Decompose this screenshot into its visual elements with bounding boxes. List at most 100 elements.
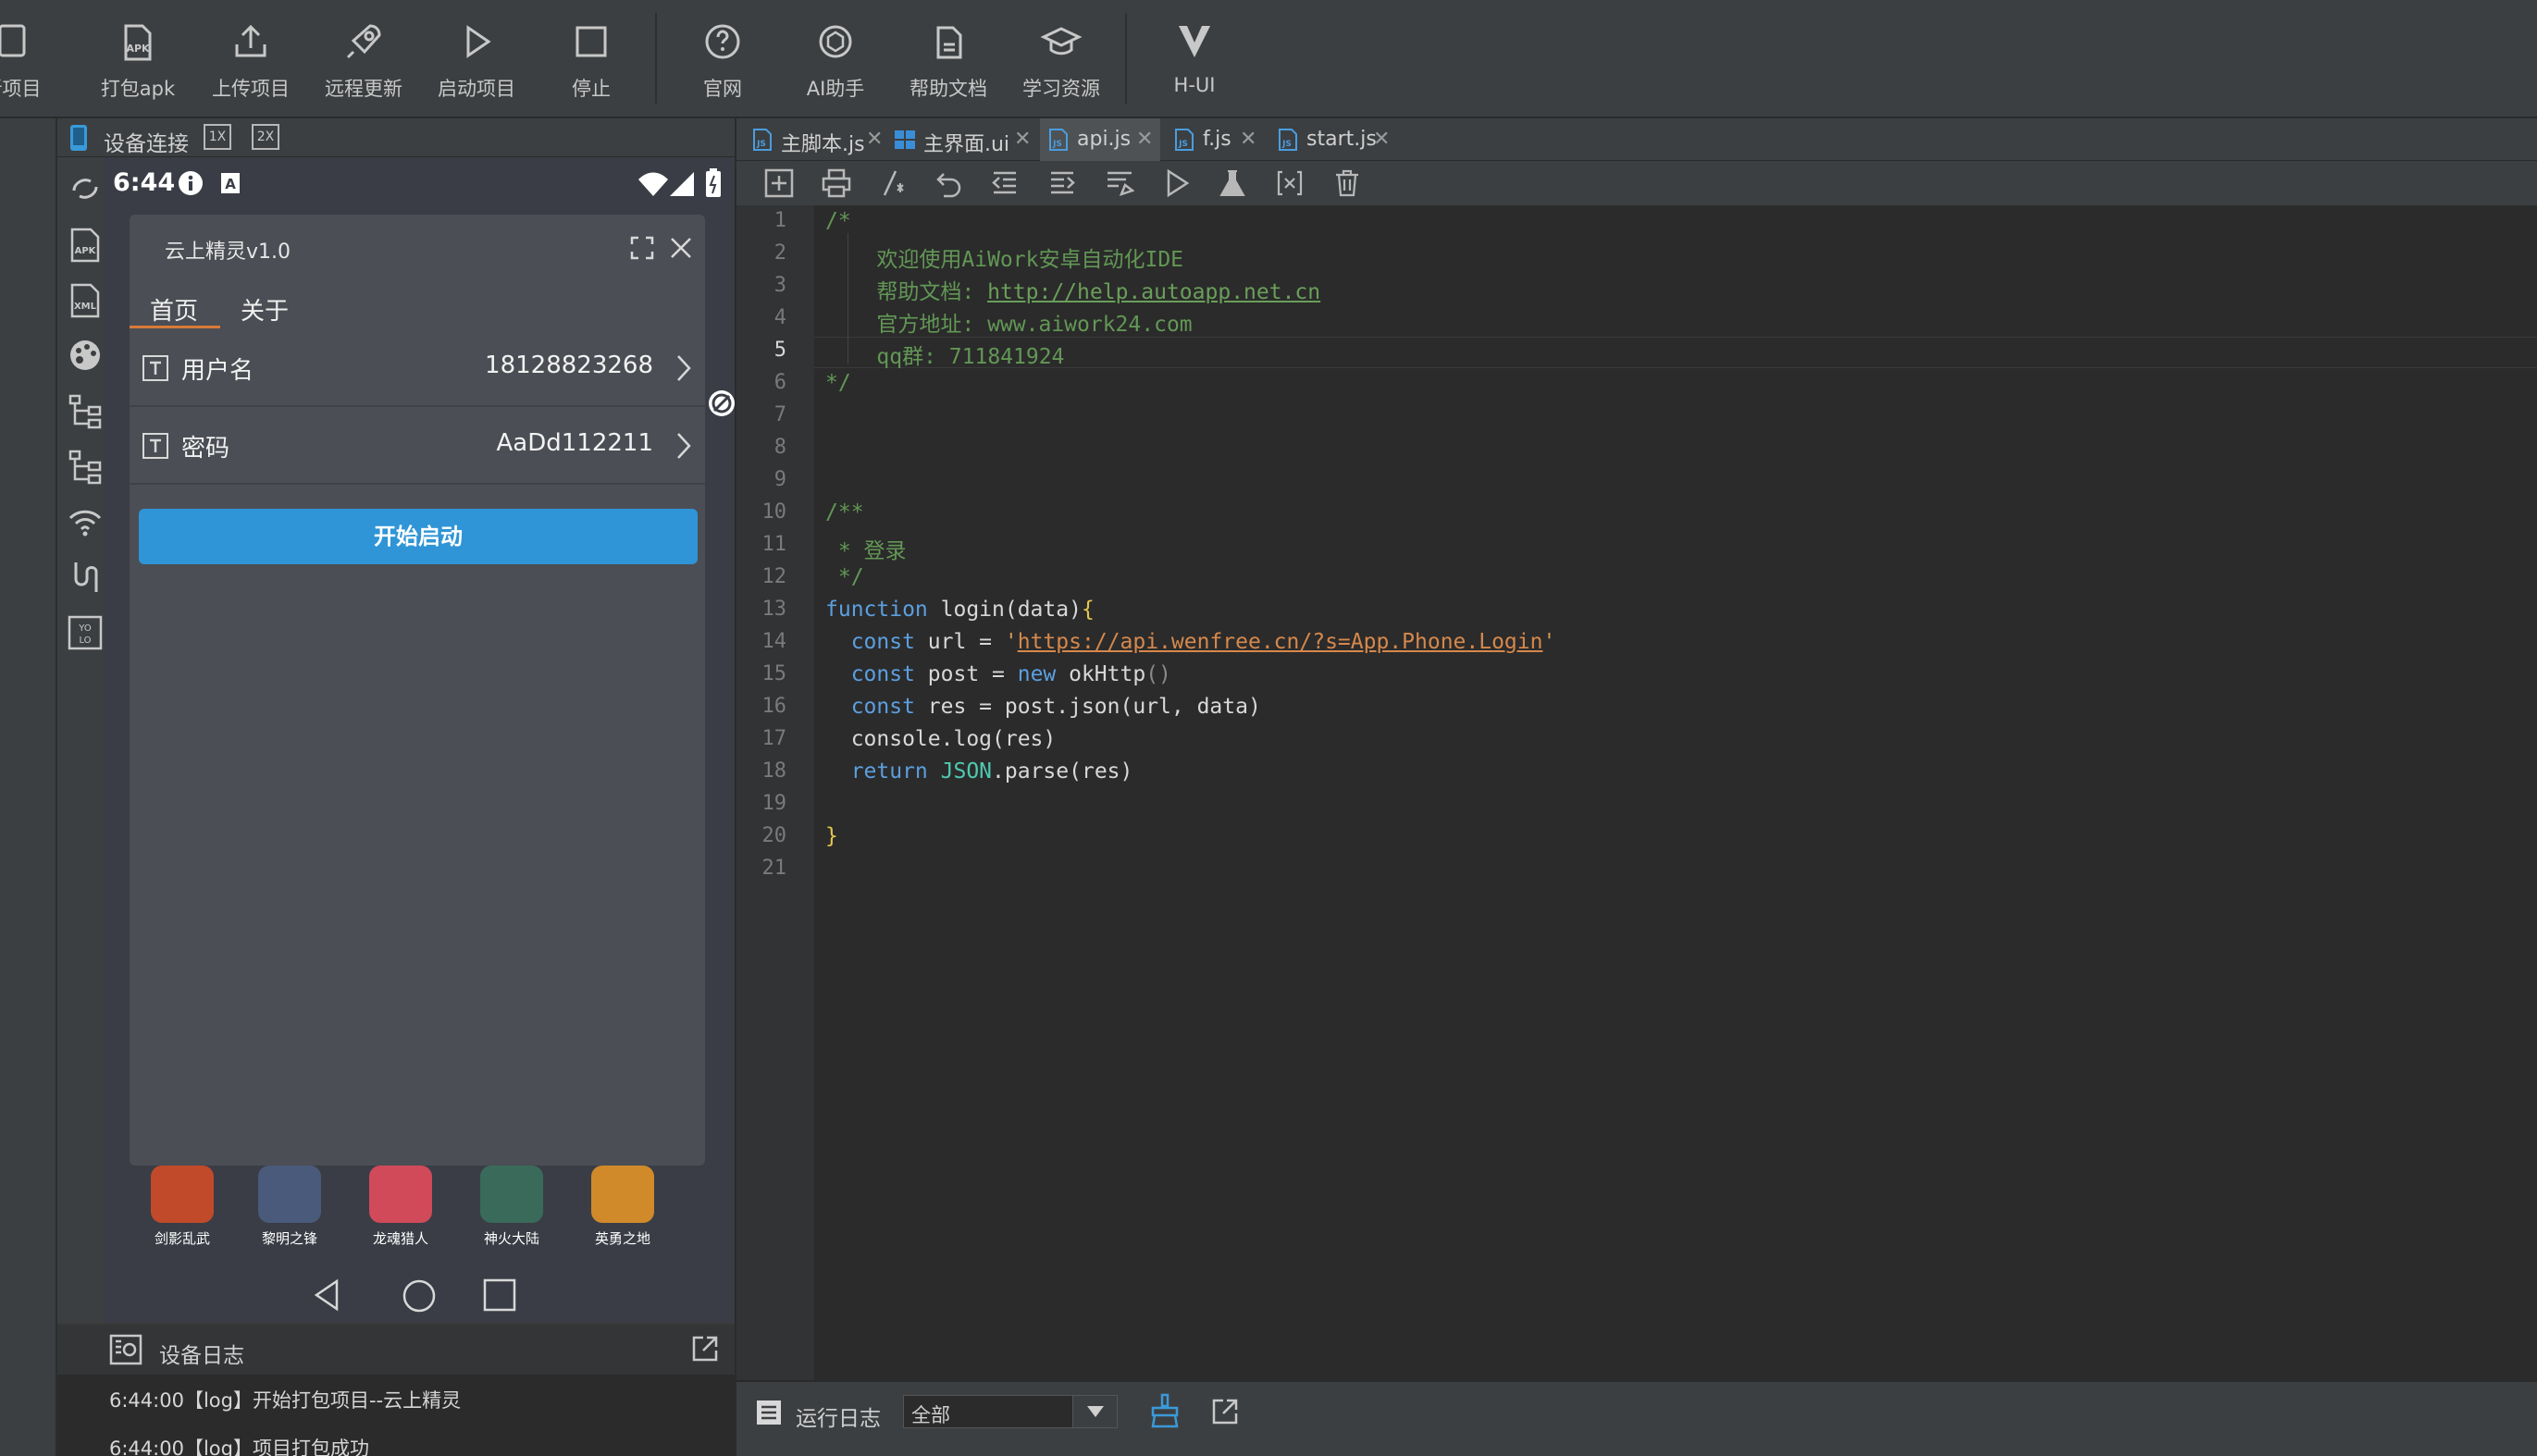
phone-navigation-bar bbox=[104, 1267, 735, 1323]
svg-text:XML: XML bbox=[74, 302, 97, 312]
status-time: 6:44 bbox=[113, 168, 176, 197]
game-shortcut[interactable]: 剑影乱武 bbox=[141, 1166, 224, 1248]
print-icon[interactable] bbox=[822, 168, 851, 198]
tab-f-js[interactable]: JS f.js ✕ bbox=[1166, 118, 1264, 161]
ai-assistant-button[interactable]: AI助手 bbox=[785, 20, 886, 105]
svg-text:APK: APK bbox=[126, 43, 150, 55]
zoom-2x-button[interactable]: 2X bbox=[252, 124, 279, 150]
yolo-icon[interactable]: YOLO bbox=[67, 614, 104, 651]
tab-about[interactable]: 关于 bbox=[241, 292, 289, 327]
delete-icon[interactable] bbox=[1332, 168, 1362, 198]
password-row[interactable]: 密码 AaDd112211 bbox=[130, 407, 705, 485]
svg-text:APK: APK bbox=[75, 246, 97, 256]
help-docs-link[interactable]: http://help.autoapp.net.cn bbox=[987, 280, 1320, 304]
game-shortcut[interactable]: 龙魂猎人 bbox=[359, 1166, 442, 1248]
tab-home[interactable]: 首页 bbox=[150, 292, 198, 327]
undo-icon[interactable] bbox=[934, 168, 964, 198]
tab-main-script[interactable]: JS 主脚本.js ✕ bbox=[744, 118, 883, 161]
api-url-link[interactable]: https://api.wenfree.cn/?s=App.Phone.Logi… bbox=[1018, 630, 1543, 654]
start-button[interactable]: 开始启动 bbox=[139, 509, 698, 564]
game-shortcut[interactable]: 黎明之锋 bbox=[248, 1166, 331, 1248]
variables-icon[interactable] bbox=[1275, 168, 1305, 198]
run-icon[interactable] bbox=[1162, 168, 1192, 198]
new-project-icon bbox=[0, 24, 26, 57]
recents-icon[interactable] bbox=[483, 1278, 516, 1312]
clear-log-brush-icon[interactable] bbox=[1149, 1393, 1181, 1428]
comment-toggle-icon[interactable] bbox=[879, 168, 909, 198]
wifi-icon[interactable] bbox=[67, 503, 104, 540]
test-flask-icon[interactable] bbox=[1218, 168, 1247, 198]
close-tab-icon[interactable]: ✕ bbox=[1373, 128, 1390, 151]
game-shortcut[interactable]: 英勇之地 bbox=[581, 1166, 664, 1248]
editor-tab-bar: JS 主脚本.js ✕ 主界面.ui ✕ JS api.js ✕ JS f.js… bbox=[736, 118, 2537, 161]
js-file-icon: JS bbox=[1175, 129, 1194, 151]
upload-project-button[interactable]: 上传项目 bbox=[200, 20, 302, 105]
node-tree-icon[interactable] bbox=[67, 392, 104, 429]
username-row[interactable]: 用户名 18128823268 bbox=[130, 329, 705, 407]
code-line: const res = post.json(url, data) bbox=[825, 695, 1261, 719]
line-number: 14 bbox=[761, 630, 787, 653]
help-circle-icon bbox=[705, 24, 740, 59]
device-connection-header: 设备连接 1X 2X bbox=[57, 118, 735, 157]
outdent-icon[interactable] bbox=[990, 168, 1020, 198]
close-tab-icon[interactable]: ✕ bbox=[1014, 128, 1031, 151]
rocket-icon bbox=[346, 24, 381, 59]
dropdown-arrow-icon[interactable] bbox=[1072, 1396, 1117, 1427]
close-tab-icon[interactable]: ✕ bbox=[866, 128, 883, 151]
home-icon[interactable] bbox=[402, 1278, 437, 1314]
back-icon[interactable] bbox=[313, 1278, 340, 1312]
run-log-panel: 运行日志 全部 bbox=[736, 1380, 2537, 1456]
apk-file-icon[interactable]: APK bbox=[67, 226, 104, 263]
line-number: 19 bbox=[761, 792, 787, 815]
game-shortcut[interactable]: 神火大陆 bbox=[470, 1166, 553, 1248]
official-site-button[interactable]: 官网 bbox=[672, 20, 773, 105]
tab-api-js[interactable]: JS api.js ✕ bbox=[1040, 118, 1160, 161]
h-ui-button[interactable]: H-UI bbox=[1144, 20, 1245, 105]
new-project-button[interactable]: 新项目 bbox=[0, 20, 63, 105]
floating-assistant-icon[interactable] bbox=[705, 385, 735, 422]
line-number: 9 bbox=[773, 468, 786, 491]
upload-icon bbox=[235, 24, 266, 57]
remote-update-button[interactable]: 远程更新 bbox=[313, 20, 415, 105]
code-line: 官方地址: www.aiwork24.com bbox=[825, 313, 1193, 337]
close-tab-icon[interactable]: ✕ bbox=[1240, 128, 1256, 151]
game-icon bbox=[151, 1166, 214, 1223]
game-icon bbox=[480, 1166, 543, 1223]
xml-file-icon[interactable]: XML bbox=[67, 281, 104, 318]
close-tab-icon[interactable]: ✕ bbox=[1136, 128, 1153, 151]
apk-package-icon: APK bbox=[124, 24, 152, 61]
expand-icon[interactable] bbox=[629, 235, 655, 261]
line-number: 7 bbox=[773, 403, 786, 426]
js-file-icon: JS bbox=[753, 129, 772, 151]
format-code-icon[interactable] bbox=[1105, 168, 1134, 198]
log-filter-select[interactable]: 全部 bbox=[903, 1395, 1118, 1428]
zoom-1x-button[interactable]: 1X bbox=[204, 124, 231, 150]
close-icon[interactable] bbox=[670, 237, 692, 259]
line-number: 21 bbox=[761, 857, 787, 880]
package-apk-button[interactable]: APK 打包apk bbox=[87, 20, 189, 105]
phone-screen[interactable]: 6:44 A 云上精灵v1.0 首页 关于 用户名 18128823268 密码… bbox=[104, 157, 735, 1323]
svg-text:A: A bbox=[225, 176, 236, 192]
link-icon[interactable] bbox=[67, 170, 104, 207]
add-icon[interactable] bbox=[764, 168, 794, 198]
usb-cable-icon[interactable] bbox=[67, 559, 104, 596]
tab-start-js[interactable]: JS start.js ✕ bbox=[1269, 118, 1399, 161]
game-icon bbox=[369, 1166, 432, 1223]
pop-out-icon[interactable] bbox=[1210, 1397, 1240, 1426]
info-icon bbox=[179, 171, 203, 195]
line-number: 18 bbox=[761, 759, 787, 783]
learning-resources-button[interactable]: 学习资源 bbox=[1010, 20, 1112, 105]
hid-tree-icon[interactable] bbox=[67, 448, 104, 485]
current-line-highlight bbox=[814, 337, 2537, 368]
code-editor[interactable]: 1 2 3 4 5 6 7 8 9 10 11 12 13 14 15 16 1… bbox=[736, 205, 2537, 1380]
js-file-icon: JS bbox=[1049, 129, 1068, 151]
help-docs-button[interactable]: 帮助文档 bbox=[897, 20, 999, 105]
tab-main-ui[interactable]: 主界面.ui ✕ bbox=[886, 118, 1034, 161]
pop-out-icon[interactable] bbox=[690, 1334, 720, 1363]
code-line: */ bbox=[825, 565, 864, 589]
stop-button[interactable]: 停止 bbox=[540, 20, 642, 105]
palette-icon[interactable] bbox=[67, 337, 104, 374]
start-project-button[interactable]: 启动项目 bbox=[426, 20, 527, 105]
toolbar-divider bbox=[1125, 13, 1127, 104]
indent-icon[interactable] bbox=[1047, 168, 1077, 198]
